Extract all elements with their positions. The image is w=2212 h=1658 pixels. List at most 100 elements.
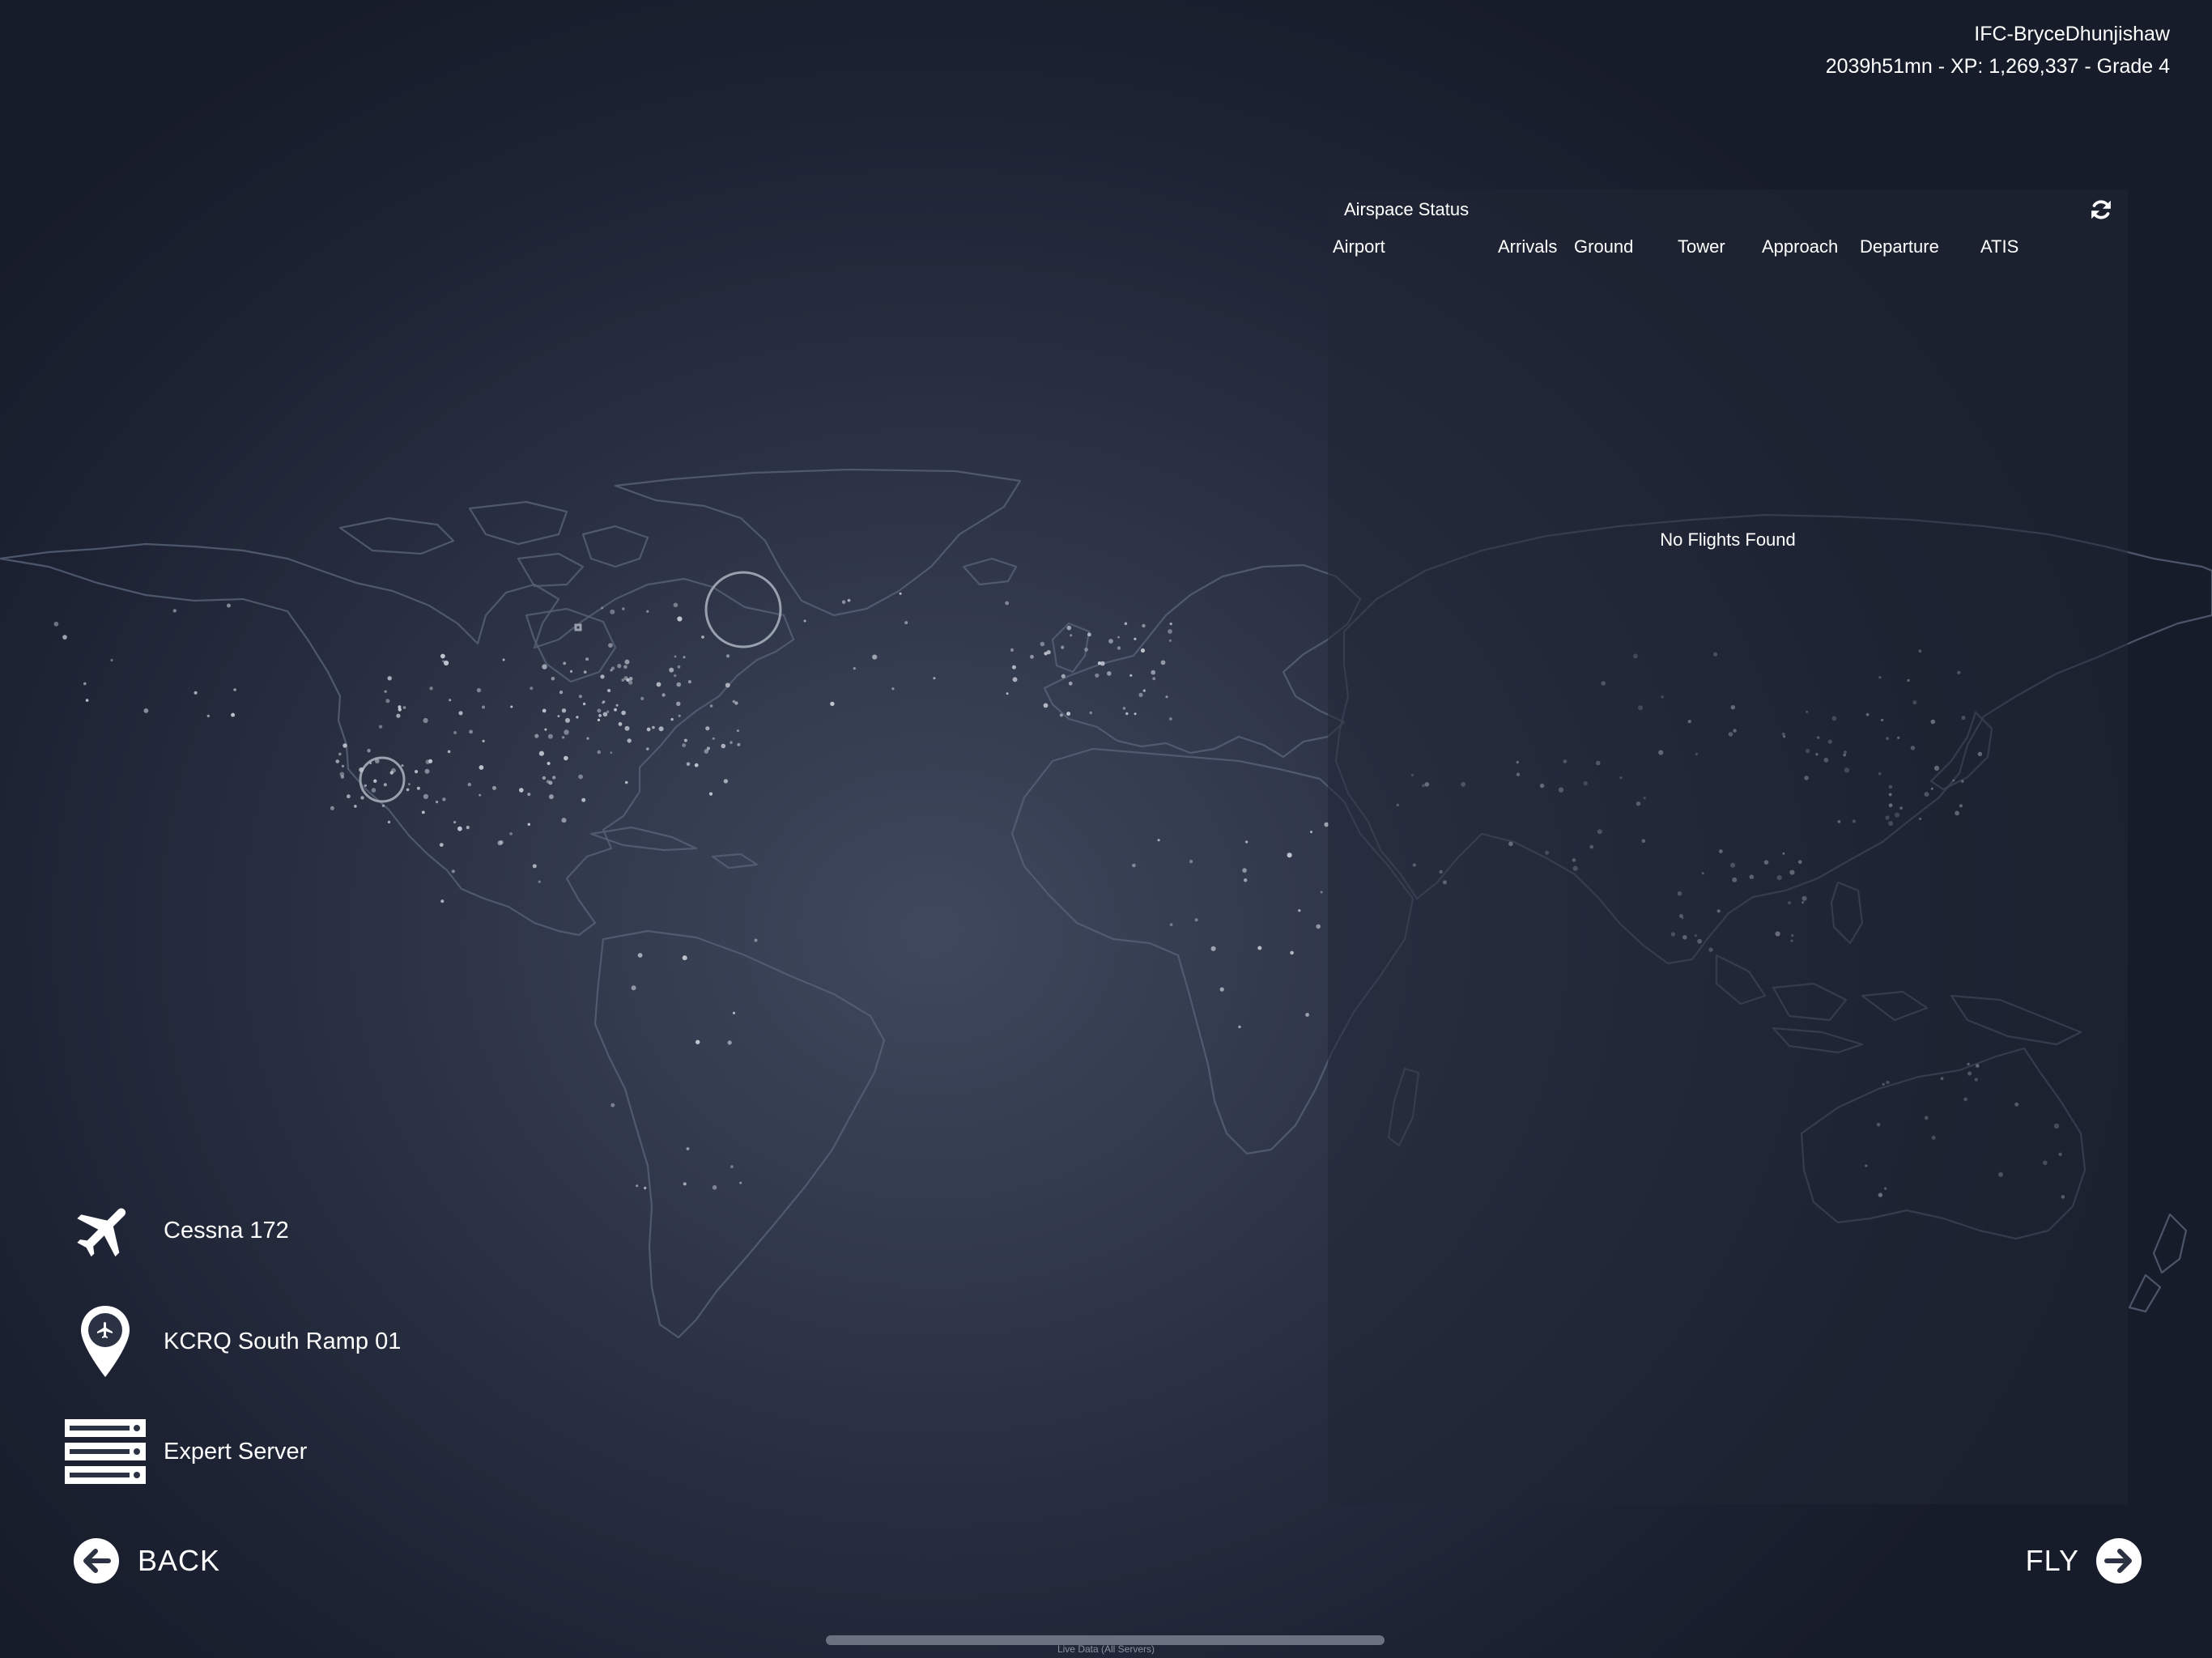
- airport-dot: [227, 603, 231, 608]
- fly-button[interactable]: FLY: [2026, 1537, 2142, 1585]
- airport-dot: [1095, 673, 1100, 678]
- column-airport[interactable]: Airport: [1333, 236, 1385, 257]
- airport-dot: [608, 643, 613, 648]
- map-highlight-circle-west[interactable]: [359, 756, 406, 803]
- airport-dot: [194, 691, 198, 695]
- airport-dot: [510, 705, 513, 708]
- airport-dot: [561, 708, 567, 713]
- airport-dot: [482, 705, 485, 709]
- airport-dot: [354, 805, 357, 808]
- map-marker-square[interactable]: [574, 623, 582, 631]
- airport-dot: [342, 743, 347, 748]
- user-stats: 2039h51mn - XP: 1,269,337 - Grade 4: [1825, 55, 2170, 78]
- airport-dot: [492, 785, 496, 790]
- airport-dot: [1287, 852, 1292, 858]
- server-selection[interactable]: Expert Server: [65, 1415, 307, 1488]
- airport-dot: [1168, 629, 1172, 634]
- map-coast-new-zealand: [2128, 1213, 2188, 1313]
- airport-dot: [330, 806, 334, 810]
- airport-dot: [451, 869, 455, 874]
- map-coast-north-america: [0, 542, 795, 937]
- airport-dot: [581, 797, 586, 802]
- airport-dot: [1134, 712, 1137, 716]
- airport-dot: [933, 677, 936, 680]
- airport-dot: [447, 750, 451, 754]
- airport-dot: [623, 665, 627, 670]
- column-ground[interactable]: Ground: [1574, 236, 1633, 257]
- column-departure[interactable]: Departure: [1860, 236, 1939, 257]
- airport-dot: [621, 678, 625, 682]
- airport-dot: [705, 726, 710, 731]
- airport-dot: [371, 788, 376, 793]
- airport-dot: [1108, 639, 1113, 644]
- column-tower[interactable]: Tower: [1678, 236, 1725, 257]
- airport-dot: [1089, 711, 1093, 715]
- airport-dot: [1005, 601, 1010, 606]
- airport-dot: [621, 710, 626, 716]
- airport-dot: [1061, 645, 1065, 649]
- airport-dot: [696, 1039, 700, 1044]
- map-highlight-circle-east[interactable]: [704, 571, 782, 648]
- airport-dot: [737, 742, 741, 746]
- airport-dot: [559, 691, 564, 695]
- airport-dot: [1298, 909, 1301, 912]
- airport-dot: [732, 699, 735, 704]
- airport-dot: [546, 780, 551, 784]
- back-button[interactable]: BACK: [73, 1537, 220, 1585]
- airport-dot: [682, 743, 687, 747]
- airport-dot: [597, 718, 601, 722]
- airport-dot: [423, 793, 429, 800]
- airport-dot: [1320, 891, 1323, 894]
- airport-dot: [482, 739, 485, 743]
- airport-dot: [1245, 840, 1249, 844]
- airport-dot: [847, 598, 851, 602]
- airport-dot: [708, 792, 713, 796]
- map-coast-europe: [1043, 563, 1362, 759]
- airport-dot: [538, 880, 541, 883]
- airport-dot: [1117, 646, 1121, 650]
- arrow-left-circle-icon: [74, 1538, 119, 1584]
- airport-dot: [538, 750, 545, 756]
- refresh-button[interactable]: [2082, 191, 2120, 228]
- airport-dot: [1151, 670, 1155, 675]
- airport-dot: [466, 826, 470, 830]
- airport-dot: [1189, 860, 1193, 864]
- airport-dot: [631, 985, 636, 991]
- airport-dot: [453, 821, 457, 824]
- panel-title: Airspace Status: [1344, 199, 1470, 219]
- airport-dot: [542, 708, 547, 713]
- airport-dot: [1210, 946, 1216, 951]
- airport-dot: [628, 680, 633, 685]
- column-approach[interactable]: Approach: [1762, 236, 1838, 257]
- airport-dot: [597, 750, 602, 755]
- airport-dot: [1169, 717, 1172, 721]
- map-coast-iceland: [962, 557, 1018, 586]
- airport-dot: [385, 699, 390, 704]
- airport-dot: [652, 725, 655, 729]
- airport-dot: [610, 751, 613, 755]
- airport-dot: [899, 592, 902, 595]
- airport-dot: [424, 768, 430, 774]
- airport-dot: [1087, 632, 1091, 637]
- airport-dot: [1043, 703, 1049, 708]
- airport-dot: [143, 708, 149, 713]
- airport-dot: [677, 665, 681, 669]
- map-coast-britain: [1051, 622, 1091, 674]
- airport-dot: [436, 801, 439, 804]
- no-flights-message: No Flights Found: [1660, 529, 1796, 550]
- airport-dot: [1168, 639, 1172, 642]
- airport-dot: [1242, 868, 1247, 873]
- airport-dot: [1310, 831, 1312, 834]
- airport-dot: [1134, 637, 1137, 640]
- location-selection[interactable]: KCRQ South Ramp 01: [65, 1305, 401, 1378]
- column-arrivals[interactable]: Arrivals: [1498, 236, 1557, 257]
- column-atis[interactable]: ATIS: [1980, 236, 2018, 257]
- aircraft-selection[interactable]: Cessna 172: [65, 1194, 289, 1267]
- airport-dot: [1290, 950, 1294, 955]
- airport-dot: [701, 636, 704, 639]
- airport-dot: [1070, 634, 1073, 637]
- airport-dot: [627, 738, 632, 743]
- airport-dot: [428, 759, 433, 763]
- airport-dot: [602, 701, 605, 704]
- airport-dot: [586, 737, 589, 740]
